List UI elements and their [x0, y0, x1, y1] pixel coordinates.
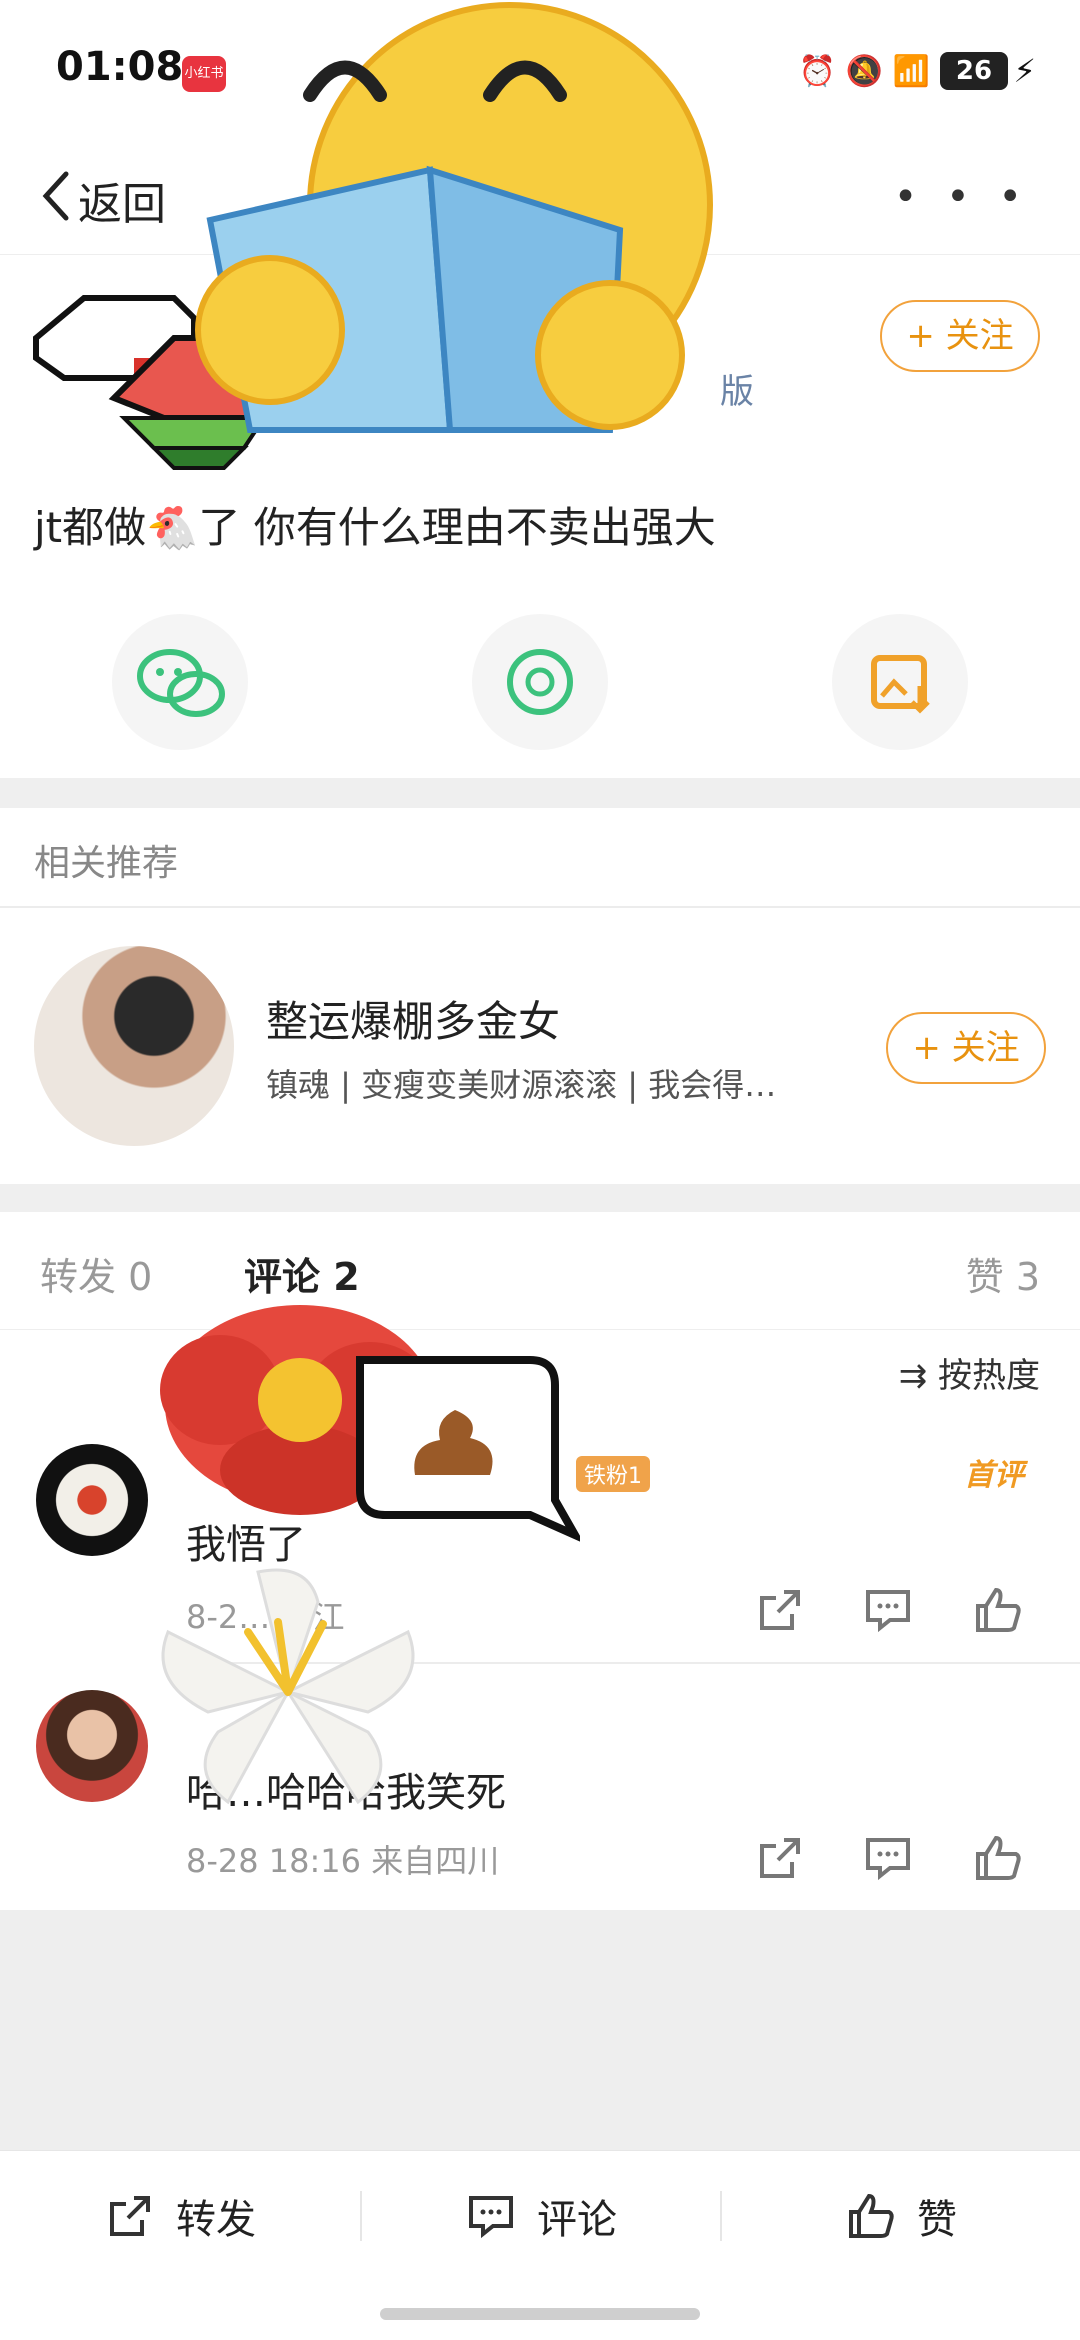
recommended-user-desc: 镇魂 | 变瘦变美财源滚滚 | 我会得… [266, 1066, 777, 1104]
battery-indicator: 26 [940, 52, 1008, 90]
post-text: jt都做🐔了 你有什么理由不卖出强大 [34, 503, 716, 552]
bottom-action-bar: 转发 评论 赞 [0, 2150, 1080, 2280]
save-image-button[interactable] [832, 614, 968, 750]
like-comment-icon[interactable] [972, 1832, 1024, 1884]
status-bar: 01:08 小红书 ⏰ 🔕 📶 26 ⚡ [0, 0, 1080, 140]
comment-item: 铁粉1 首评 我悟了 8-2… 浙江 [0, 1420, 1080, 1660]
divider-line [0, 906, 1080, 908]
recommended-user-name[interactable]: 整运爆棚多金女 [266, 988, 560, 1049]
like-comment-icon[interactable] [972, 1584, 1024, 1636]
tab-repost[interactable]: 转发 0 [40, 1246, 152, 1301]
sort-by-hot-button[interactable]: ⇉ 按热度 [899, 1348, 1040, 1397]
comment-meta: 8-28 18:16 来自四川 [186, 1842, 500, 1880]
first-comment-tag: 首评 [964, 1458, 1024, 1493]
reply-comment-icon[interactable] [862, 1832, 914, 1884]
recommended-user-avatar[interactable] [34, 946, 234, 1146]
signal-icons: ⏰ 🔕 📶 [798, 54, 930, 89]
sort-label: 按热度 [938, 1356, 1040, 1396]
share-comment-icon[interactable] [754, 1584, 806, 1636]
like-icon [849, 2193, 894, 2238]
share-wechat-button[interactable] [112, 614, 248, 750]
share-moments-button[interactable] [472, 614, 608, 750]
section-divider [0, 1184, 1080, 1212]
tab-like[interactable]: 赞 3 [966, 1246, 1040, 1301]
follow-author-button[interactable]: + 关注 [880, 300, 1040, 372]
comment-item: 哈…哈哈哈我笑死 8-28 18:16 来自四川 [0, 1664, 1080, 1910]
section-divider [0, 778, 1080, 808]
charging-icon: ⚡ [1013, 52, 1036, 90]
comment-meta: 8-2… 浙江 [186, 1598, 345, 1636]
status-time: 01:08 [56, 44, 184, 90]
comment-text: 我悟了 [186, 1522, 306, 1568]
like-label: 赞 [917, 2197, 957, 2243]
comment-button[interactable]: 评论 [362, 2151, 720, 2281]
fan-level-badge: 铁粉1 [576, 1456, 650, 1492]
comment-label: 评论 [537, 2197, 617, 2243]
like-button[interactable]: 赞 [722, 2151, 1080, 2281]
back-button[interactable]: 返回 [78, 168, 166, 232]
share-row [0, 608, 1080, 758]
wechat-icon [137, 649, 225, 717]
more-options-button[interactable]: • • • [894, 174, 1030, 220]
share-comment-icon[interactable] [754, 1832, 806, 1884]
author-avatar[interactable] [24, 278, 374, 488]
recommended-user-row[interactable]: 整运爆棚多金女 镇魂 | 变瘦变美财源滚滚 | 我会得… + 关注 [0, 910, 1080, 1180]
repost-label: 转发 [176, 2197, 256, 2243]
commenter-avatar[interactable] [36, 1690, 148, 1802]
app-notification-badge: 小红书 [182, 56, 226, 92]
top-navbar: 返回 • • • [0, 140, 1080, 255]
repost-icon [110, 2196, 150, 2236]
author-version-tag: 版 [720, 372, 754, 412]
comment-text: 哈…哈哈哈我笑死 [186, 1770, 506, 1816]
repost-button[interactable]: 转发 [0, 2151, 360, 2281]
home-indicator[interactable] [380, 2308, 700, 2320]
back-chevron-icon[interactable] [40, 170, 72, 222]
commenter-avatar[interactable] [36, 1444, 148, 1556]
tab-comment[interactable]: 评论 2 [244, 1246, 360, 1301]
empty-area [0, 1910, 1080, 2150]
recommend-section-label: 相关推荐 [34, 843, 179, 884]
interaction-tabs: 转发 0 评论 2 赞 3 [0, 1210, 1080, 1330]
moments-icon [507, 649, 573, 715]
comment-icon [469, 2196, 513, 2239]
sort-icon: ⇉ [898, 1356, 938, 1396]
follow-recommended-button[interactable]: + 关注 [886, 1012, 1046, 1084]
save-image-icon [871, 655, 930, 714]
reply-comment-icon[interactable] [862, 1584, 914, 1636]
